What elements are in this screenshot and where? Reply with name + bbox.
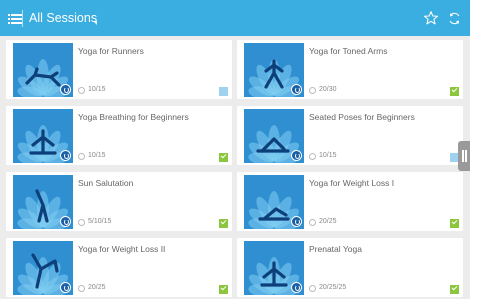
session-title: Seated Poses for Beginners — [309, 112, 415, 122]
session-duration: 10/15 — [319, 152, 337, 159]
session-card-3[interactable]: Yoga Breathing for Beginners 10/15 — [6, 106, 232, 165]
clock-icon — [78, 219, 85, 226]
audio-badge-icon — [291, 84, 302, 95]
session-title: Prenatal Yoga — [309, 244, 362, 254]
clock-icon — [309, 153, 316, 160]
audio-badge-icon — [291, 150, 302, 161]
audio-badge-icon — [60, 150, 71, 161]
session-thumbnail — [13, 175, 73, 229]
checkmark-icon — [219, 153, 228, 162]
chevron-down-icon[interactable] — [93, 21, 97, 25]
drawer-handle[interactable] — [458, 141, 470, 171]
session-title: Yoga for Weight Loss I — [309, 178, 395, 188]
session-grid: Yoga for Runners 10/15 Yoga for Toned Ar… — [0, 36, 470, 299]
session-duration: 10/15 — [88, 152, 106, 159]
session-duration: 5/10/15 — [88, 218, 112, 225]
session-title: Sun Salutation — [78, 178, 134, 188]
session-duration: 20/30 — [319, 86, 337, 93]
clock-icon — [78, 87, 85, 94]
session-duration: 10/15 — [88, 86, 106, 93]
checkmark-icon — [450, 87, 459, 96]
star-icon[interactable] — [423, 10, 439, 26]
checkmark-icon — [450, 219, 459, 228]
session-card-5[interactable]: Sun Salutation 5/10/15 — [6, 172, 232, 231]
session-title: Yoga Breathing for Beginners — [78, 112, 189, 122]
audio-badge-icon — [291, 216, 302, 227]
divider — [22, 10, 23, 27]
session-card-1[interactable]: Yoga for Runners 10/15 — [6, 40, 232, 99]
session-duration: 20/25 — [88, 284, 106, 291]
checkmark-icon — [450, 285, 459, 294]
session-thumbnail — [244, 241, 304, 295]
session-title: Yoga for Toned Arms — [309, 46, 388, 56]
clock-icon — [309, 87, 316, 94]
checkmark-icon — [219, 285, 228, 294]
session-title: Yoga for Weight Loss II — [78, 244, 166, 254]
menu-icon[interactable] — [8, 14, 22, 24]
audio-badge-icon — [60, 282, 71, 293]
clock-icon — [309, 219, 316, 226]
app-screen: All Sessions Yoga for Runners 10/15 Yoga… — [0, 0, 470, 299]
audio-badge-icon — [60, 84, 71, 95]
session-card-8[interactable]: Prenatal Yoga 20/25/25 — [237, 238, 463, 297]
session-title: Yoga for Runners — [78, 46, 144, 56]
audio-badge-icon — [291, 282, 302, 293]
top-bar: All Sessions — [0, 0, 470, 36]
session-card-6[interactable]: Yoga for Weight Loss I 20/25 — [237, 172, 463, 231]
checkmark-icon — [219, 219, 228, 228]
clock-icon — [78, 153, 85, 160]
session-thumbnail — [13, 43, 73, 97]
session-duration: 20/25 — [319, 218, 337, 225]
session-thumbnail — [13, 241, 73, 295]
session-duration: 20/25/25 — [319, 284, 347, 291]
session-thumbnail — [244, 175, 304, 229]
session-thumbnail — [244, 109, 304, 163]
session-thumbnail — [244, 43, 304, 97]
session-thumbnail — [13, 109, 73, 163]
audio-badge-icon — [60, 216, 71, 227]
session-card-2[interactable]: Yoga for Toned Arms 20/30 — [237, 40, 463, 99]
in-progress-icon — [219, 87, 228, 96]
clock-icon — [309, 285, 316, 292]
session-card-4[interactable]: Seated Poses for Beginners 10/15 — [237, 106, 463, 165]
session-card-7[interactable]: Yoga for Weight Loss II 20/25 — [6, 238, 232, 297]
sync-icon[interactable] — [447, 11, 462, 26]
clock-icon — [78, 285, 85, 292]
page-title[interactable]: All Sessions — [29, 11, 97, 25]
